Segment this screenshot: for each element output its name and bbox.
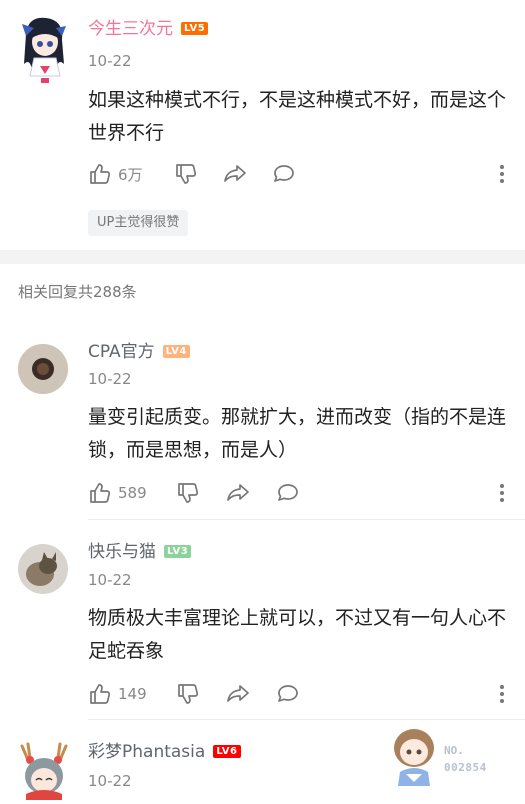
anime-girl-sticker-icon <box>394 729 434 786</box>
fan-badge-sticker: NO. 002854 <box>388 724 508 786</box>
badge-number: 002854 <box>444 761 487 774</box>
more-icon <box>500 165 504 169</box>
divider <box>88 719 525 720</box>
username[interactable]: CPA官方 LV4 <box>88 341 190 363</box>
username[interactable]: 彩梦Phantasia LV6 <box>88 741 241 763</box>
more-icon-dot <box>500 179 504 183</box>
reply-button[interactable] <box>271 161 297 187</box>
thumb-down-icon <box>174 162 198 186</box>
avatar[interactable] <box>16 742 72 800</box>
share-icon <box>225 682 251 706</box>
more-button[interactable] <box>496 480 508 506</box>
comment-actions: 589 <box>88 480 508 506</box>
comment-date: 10-22 <box>88 571 132 589</box>
thumb-up-icon <box>88 162 112 186</box>
more-icon-dot <box>500 692 504 696</box>
thumb-up-icon <box>88 481 112 505</box>
anime-avatar-icon <box>20 742 68 800</box>
thumb-down-icon <box>176 682 200 706</box>
replies-count-title: 相关回复共288条 <box>18 283 137 301</box>
username-text[interactable]: 今生三次元 <box>88 19 173 39</box>
more-icon-dot <box>500 699 504 703</box>
like-button[interactable]: 6万 <box>88 161 143 187</box>
avatar[interactable] <box>18 14 70 83</box>
username[interactable]: 今生三次元 LV5 <box>88 18 209 40</box>
comment-date: 10-22 <box>88 370 132 388</box>
comment-text: 量变引起质变。那就扩大，进而改变（指的不是连锁，而是思想，而是人） <box>88 406 507 461</box>
comment-text: 物质极大丰富理论上就可以，不过又有一句人心不足蛇吞象 <box>88 607 507 662</box>
anime-avatar-icon <box>22 17 66 83</box>
reply-button[interactable] <box>275 480 301 506</box>
more-icon <box>500 685 504 689</box>
level-badge: LV4 <box>162 345 190 358</box>
comment-actions: 6万 <box>88 161 508 187</box>
username-text[interactable]: 快乐与猫 <box>88 542 156 562</box>
username[interactable]: 快乐与猫 LV3 <box>88 541 192 563</box>
like-count: 589 <box>118 484 147 502</box>
more-button[interactable] <box>496 161 508 187</box>
username-text[interactable]: CPA官方 <box>88 342 155 362</box>
badge-no-label: NO. <box>444 744 464 757</box>
comment-icon <box>275 682 301 706</box>
up-liked-badge: UP主觉得很赞 <box>88 210 189 236</box>
share-icon <box>225 481 251 505</box>
dislike-button[interactable] <box>176 681 200 707</box>
reply-button[interactable] <box>275 681 301 707</box>
level-badge: LV3 <box>164 545 192 558</box>
share-button[interactable] <box>225 480 251 506</box>
share-button[interactable] <box>225 681 251 707</box>
dislike-button[interactable] <box>174 161 198 187</box>
level-badge: LV5 <box>181 22 209 35</box>
level-badge: LV6 <box>213 745 241 758</box>
like-button[interactable]: 589 <box>88 480 147 506</box>
more-icon-dot <box>500 498 504 502</box>
avatar[interactable] <box>18 544 68 594</box>
dislike-button[interactable] <box>176 480 200 506</box>
more-icon-dot <box>500 491 504 495</box>
section-separator <box>0 250 525 264</box>
thumb-down-icon <box>176 481 200 505</box>
cat-avatar-icon <box>18 544 68 594</box>
share-icon <box>222 162 248 186</box>
comment-date: 10-22 <box>88 52 132 70</box>
divider <box>88 519 525 520</box>
thumb-up-icon <box>88 682 112 706</box>
comment-date: 10-22 <box>88 772 132 790</box>
like-count: 149 <box>118 685 147 703</box>
comment-actions: 149 <box>88 681 508 707</box>
comment-icon <box>271 162 297 186</box>
comment-text: 如果这种模式不行，不是这种模式不好，而是这个世界不行 <box>88 89 507 144</box>
share-button[interactable] <box>222 161 248 187</box>
username-text[interactable]: 彩梦Phantasia <box>88 742 205 762</box>
comment-icon <box>275 481 301 505</box>
avatar-image-icon <box>18 344 68 394</box>
like-count: 6万 <box>118 165 143 184</box>
more-button[interactable] <box>496 681 508 707</box>
more-icon <box>500 484 504 488</box>
more-icon-dot <box>500 172 504 176</box>
avatar[interactable] <box>18 344 68 394</box>
like-button[interactable]: 149 <box>88 681 147 707</box>
